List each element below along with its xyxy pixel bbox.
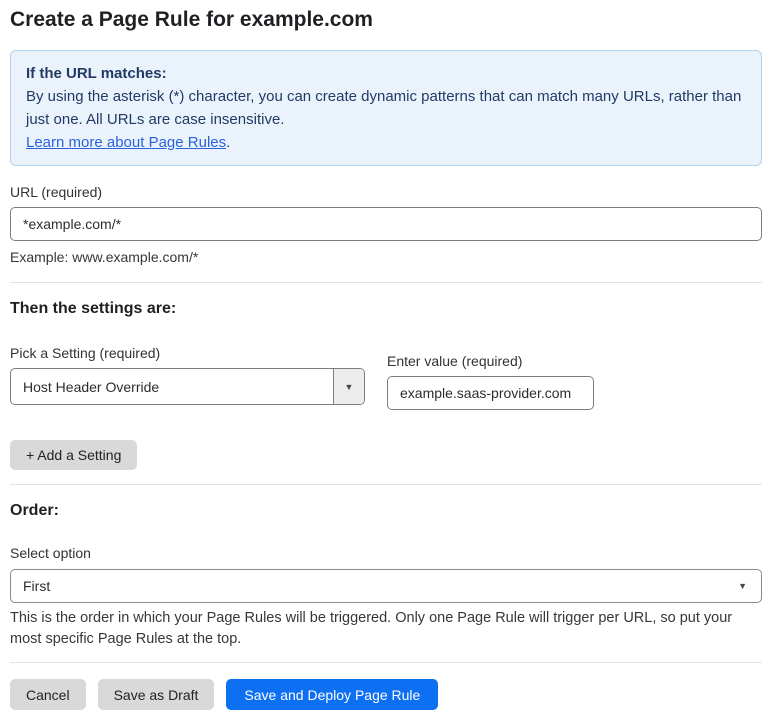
pick-setting-group: Pick a Setting (required) Host Header Ov… <box>10 345 365 410</box>
create-page-rule-form: Create a Page Rule for example.com If th… <box>0 7 772 722</box>
order-select[interactable]: First ▼ <box>10 569 762 603</box>
cancel-button[interactable]: Cancel <box>10 679 86 710</box>
order-section-heading: Order: <box>10 502 59 519</box>
url-field-group: URL (required) Example: www.example.com/… <box>10 184 762 268</box>
save-as-draft-button[interactable]: Save as Draft <box>97 679 215 710</box>
add-setting-button[interactable]: + Add a Setting <box>10 440 138 470</box>
footer-actions: Cancel Save as Draft Save and Deploy Pag… <box>10 679 762 710</box>
url-match-info-box: If the URL matches: By using the asteris… <box>10 50 762 166</box>
enter-value-group: Enter value (required) <box>387 345 594 410</box>
order-helper-text: This is the order in which your Page Rul… <box>10 610 733 647</box>
save-and-deploy-button[interactable]: Save and Deploy Page Rule <box>226 679 439 710</box>
info-box-link-line: Learn more about Page Rules. <box>26 131 746 154</box>
order-select-value: First <box>23 578 51 594</box>
divider <box>10 662 762 663</box>
divider <box>10 484 762 485</box>
url-input[interactable] <box>10 207 762 241</box>
setting-select[interactable]: Host Header Override ▼ <box>10 368 365 405</box>
setting-select-value: Host Header Override <box>23 378 160 395</box>
learn-more-link[interactable]: Learn more about Page Rules <box>26 134 226 151</box>
info-box-heading: If the URL matches: <box>26 65 167 82</box>
settings-row: Pick a Setting (required) Host Header Ov… <box>10 345 762 410</box>
enter-value-label: Enter value (required) <box>387 353 523 369</box>
order-select-label: Select option <box>10 545 91 561</box>
link-period: . <box>226 134 231 151</box>
url-example-helper: Example: www.example.com/* <box>10 249 199 265</box>
url-label: URL (required) <box>10 184 103 200</box>
settings-section-heading: Then the settings are: <box>10 300 177 317</box>
divider <box>10 282 762 283</box>
chevron-down-icon[interactable]: ▼ <box>333 369 364 404</box>
page-title: Create a Page Rule for example.com <box>10 8 373 31</box>
info-box-body: By using the asterisk (*) character, you… <box>26 88 742 128</box>
chevron-down-icon: ▼ <box>738 581 747 591</box>
pick-setting-label: Pick a Setting (required) <box>10 345 161 361</box>
order-field-group: Select option First ▼ This is the order … <box>10 545 762 650</box>
setting-value-input[interactable] <box>387 376 594 410</box>
